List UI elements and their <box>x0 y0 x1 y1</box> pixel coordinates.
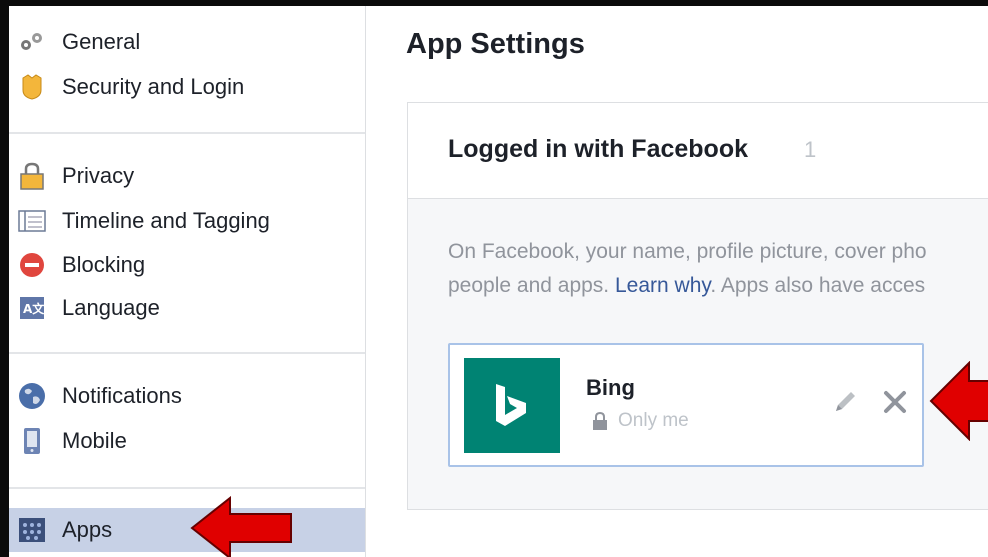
sidebar-divider <box>9 487 365 489</box>
description-text: people and apps. <box>448 274 615 297</box>
sidebar-item-mobile[interactable]: Mobile <box>9 421 365 461</box>
page-title: App Settings <box>406 28 585 60</box>
app-card-bing[interactable]: Bing Only me <box>448 343 924 467</box>
mobile-icon <box>17 427 47 455</box>
sidebar-item-label: Privacy <box>62 163 135 188</box>
badge-icon <box>17 73 47 101</box>
app-privacy-label: Only me <box>618 410 689 431</box>
panel-description-line2: people and apps. Learn why. Apps also ha… <box>448 274 925 298</box>
bing-logo-icon <box>464 358 560 453</box>
padlock-icon <box>17 162 47 190</box>
gears-icon <box>17 28 47 56</box>
settings-sidebar: General Security and Login Privacy Timel… <box>9 6 366 557</box>
app-privacy-setting[interactable]: Only me <box>592 410 689 432</box>
sidebar-item-notifications[interactable]: Notifications <box>9 376 365 416</box>
settings-window: General Security and Login Privacy Timel… <box>9 6 988 557</box>
sidebar-item-general[interactable]: General <box>9 22 365 62</box>
sidebar-item-apps[interactable]: Apps <box>9 508 365 552</box>
sidebar-item-label: Apps <box>62 517 113 542</box>
sidebar-item-label: Notifications <box>62 383 182 408</box>
panel-description-line1: On Facebook, your name, profile picture,… <box>448 240 927 263</box>
sidebar-item-label: Timeline and Tagging <box>62 208 270 233</box>
sidebar-item-timeline-and-tagging[interactable]: Timeline and Tagging <box>9 201 365 241</box>
globe-icon <box>17 382 47 410</box>
panel-title: Logged in with Facebook <box>448 135 748 163</box>
left-arrow-annotation-icon <box>929 361 988 441</box>
block-icon <box>17 251 47 279</box>
close-icon <box>884 391 906 413</box>
description-text: . Apps also have acces <box>710 274 926 297</box>
pencil-icon <box>836 392 855 411</box>
sidebar-item-label: Mobile <box>62 428 127 453</box>
sidebar-divider <box>9 132 365 134</box>
edit-app-button[interactable] <box>832 389 858 415</box>
sidebar-item-label: Security and Login <box>62 74 245 99</box>
remove-app-button[interactable] <box>882 389 908 415</box>
lock-icon <box>593 412 607 430</box>
sidebar-item-label: Language <box>62 295 160 320</box>
panel-header: Logged in with Facebook 1 <box>408 103 988 199</box>
svg-text:A文: A文 <box>23 301 45 316</box>
learn-why-link[interactable]: Learn why <box>615 274 710 297</box>
app-name: Bing <box>586 375 635 400</box>
app-settings-panel: Logged in with Facebook 1 On Facebook, y… <box>407 102 988 510</box>
sidebar-item-security[interactable]: Security and Login <box>9 67 365 107</box>
left-arrow-annotation-icon <box>190 496 292 557</box>
sidebar-item-label: General <box>62 29 141 54</box>
sidebar-item-label: Blocking <box>62 252 146 277</box>
app-count-badge: 1 <box>804 137 817 162</box>
sidebar-divider <box>9 352 365 354</box>
sidebar-item-blocking[interactable]: Blocking <box>9 245 365 285</box>
sidebar-item-privacy[interactable]: Privacy <box>9 156 365 196</box>
sidebar-item-language[interactable]: A文 Language <box>9 288 365 328</box>
timeline-icon <box>17 207 47 235</box>
language-icon: A文 <box>17 294 47 322</box>
apps-icon <box>17 516 47 544</box>
